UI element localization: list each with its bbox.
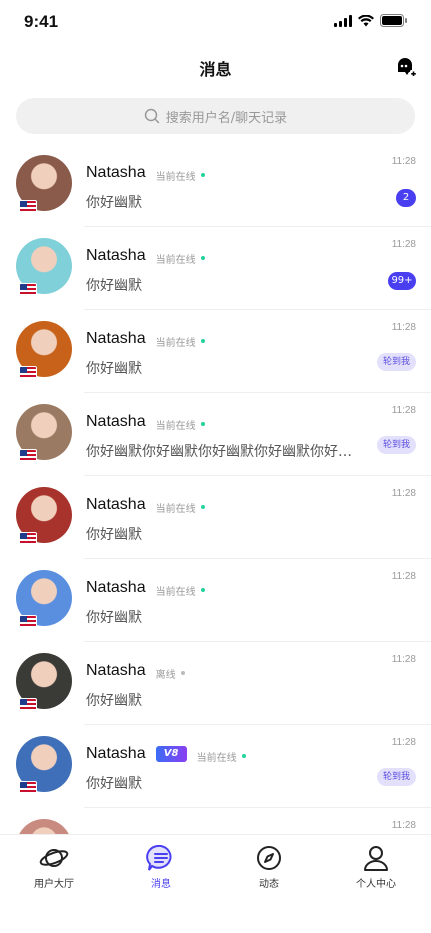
us-flag-icon bbox=[19, 366, 37, 380]
conversation-row[interactable]: Natasha 离线你好幽默 11:28 bbox=[0, 642, 431, 725]
battery-icon bbox=[380, 14, 407, 27]
new-chat-button[interactable] bbox=[395, 56, 417, 78]
conversation-list[interactable]: Natasha 当前在线 你好幽默 11:28 2 Natasha 当前在线 你好幽默 11:2… bbox=[0, 144, 431, 834]
status-bar: 9:41 bbox=[0, 0, 431, 44]
online-status: 当前在线 bbox=[155, 587, 196, 598]
last-message: 你好幽默 bbox=[86, 527, 142, 543]
last-message: 你好幽默 bbox=[86, 610, 142, 626]
conversation-row[interactable]: Natasha 当前在线你好幽默 11:28 bbox=[0, 559, 431, 642]
last-message: 你好幽默 bbox=[86, 278, 142, 294]
message-time: 11:28 bbox=[391, 239, 416, 250]
message-time: 11:28 bbox=[391, 156, 416, 167]
contact-name: Natasha bbox=[86, 662, 146, 679]
message-time: 11:28 bbox=[391, 488, 416, 499]
planet-icon bbox=[39, 849, 69, 867]
person-icon bbox=[364, 846, 388, 871]
online-status: 当前在线 bbox=[155, 421, 196, 432]
contact-name: Natasha bbox=[86, 330, 146, 347]
tab-message[interactable]: 消息 bbox=[121, 845, 201, 890]
online-status: 当前在线 bbox=[155, 255, 196, 266]
status-dot bbox=[241, 754, 246, 758]
conversation-row[interactable]: Natasha V8 当前在线你好幽默 11:28 轮到我 bbox=[0, 725, 431, 808]
message-icon bbox=[146, 845, 172, 871]
contact-name: Natasha bbox=[86, 496, 146, 513]
status-dot bbox=[200, 339, 205, 343]
us-flag-icon bbox=[19, 532, 37, 546]
us-flag-icon bbox=[19, 200, 37, 214]
status-dot bbox=[180, 671, 185, 675]
compass-icon bbox=[257, 846, 281, 870]
online-status: 当前在线 bbox=[155, 172, 196, 183]
avatar[interactable] bbox=[16, 819, 72, 834]
contact-name: Natasha bbox=[86, 247, 146, 264]
us-flag-icon bbox=[19, 698, 37, 712]
message-time: 11:28 bbox=[391, 571, 416, 582]
us-flag-icon bbox=[19, 615, 37, 629]
message-time: 11:28 bbox=[391, 654, 416, 665]
conversation-row[interactable]: Natasha 当前在线你好幽默 11:28 bbox=[0, 476, 431, 559]
status-dot bbox=[200, 422, 205, 426]
online-status: 当前在线 bbox=[155, 338, 196, 349]
last-message: 你好幽默你好幽默你好幽默你好幽默你好幽默你好幽默 bbox=[86, 444, 356, 460]
contact-name: Natasha bbox=[86, 745, 146, 762]
chat-plus-icon bbox=[398, 58, 417, 77]
status-dot bbox=[200, 588, 205, 592]
online-status: 当前在线 bbox=[155, 504, 196, 515]
signal-icon bbox=[334, 14, 352, 27]
tab-label: 用户大厅 bbox=[34, 879, 74, 890]
last-message: 你好幽默 bbox=[86, 361, 142, 377]
status-dot bbox=[200, 505, 205, 509]
last-message: 你好幽默 bbox=[86, 195, 142, 211]
status-dot bbox=[200, 173, 205, 177]
tab-planet[interactable]: 用户大厅 bbox=[14, 845, 94, 890]
us-flag-icon bbox=[19, 283, 37, 297]
conversation-row[interactable]: Natasha 当前在线你好幽默 11:28 2 bbox=[0, 144, 431, 227]
message-time: 11:28 bbox=[391, 322, 416, 333]
message-time: 11:28 bbox=[391, 737, 416, 748]
your-turn-tag: 轮到我 bbox=[376, 768, 416, 786]
last-message: 你好幽默 bbox=[86, 693, 142, 709]
status-dot bbox=[200, 256, 205, 260]
unread-badge: 2 bbox=[396, 189, 416, 207]
contact-name: Natasha bbox=[86, 413, 146, 430]
us-flag-icon bbox=[19, 449, 37, 463]
tab-label: 消息 bbox=[151, 879, 171, 890]
page-title: 消息 bbox=[199, 60, 232, 79]
conversation-row[interactable]: 11:28 bbox=[0, 808, 431, 834]
us-flag-icon bbox=[19, 781, 37, 795]
wifi-icon bbox=[358, 14, 374, 26]
vip-badge: V8 bbox=[155, 746, 187, 762]
your-turn-tag: 轮到我 bbox=[376, 353, 416, 371]
online-status: 当前在线 bbox=[196, 753, 237, 764]
nav-bar: 消息 bbox=[0, 44, 431, 90]
message-time: 11:28 bbox=[391, 820, 416, 831]
unread-badge: 99+ bbox=[388, 272, 416, 290]
contact-name: Natasha bbox=[86, 579, 146, 596]
search-icon bbox=[144, 108, 160, 124]
last-message: 你好幽默 bbox=[86, 776, 142, 792]
contact-name: Natasha bbox=[86, 164, 146, 181]
search-placeholder: 搜索用户名/聊天记录 bbox=[165, 110, 288, 126]
conversation-row[interactable]: Natasha 当前在线你好幽默 11:28 99+ bbox=[0, 227, 431, 310]
search-input[interactable]: 搜索用户名/聊天记录 bbox=[16, 98, 415, 134]
tab-compass[interactable]: 动态 bbox=[229, 845, 309, 890]
message-time: 11:28 bbox=[391, 405, 416, 416]
conversation-row[interactable]: Natasha 当前在线你好幽默你好幽默你好幽默你好幽默你好幽默你好幽默 11:28… bbox=[0, 393, 431, 476]
tab-bar: 用户大厅 消息 动态 个人中心 bbox=[0, 834, 431, 933]
tab-person[interactable]: 个人中心 bbox=[336, 845, 416, 890]
online-status: 离线 bbox=[155, 670, 176, 681]
tab-label: 个人中心 bbox=[356, 879, 396, 890]
your-turn-tag: 轮到我 bbox=[376, 436, 416, 454]
tab-label: 动态 bbox=[259, 879, 279, 890]
status-time: 9:41 bbox=[24, 12, 59, 31]
conversation-row[interactable]: Natasha 当前在线你好幽默 11:28 轮到我 bbox=[0, 310, 431, 393]
